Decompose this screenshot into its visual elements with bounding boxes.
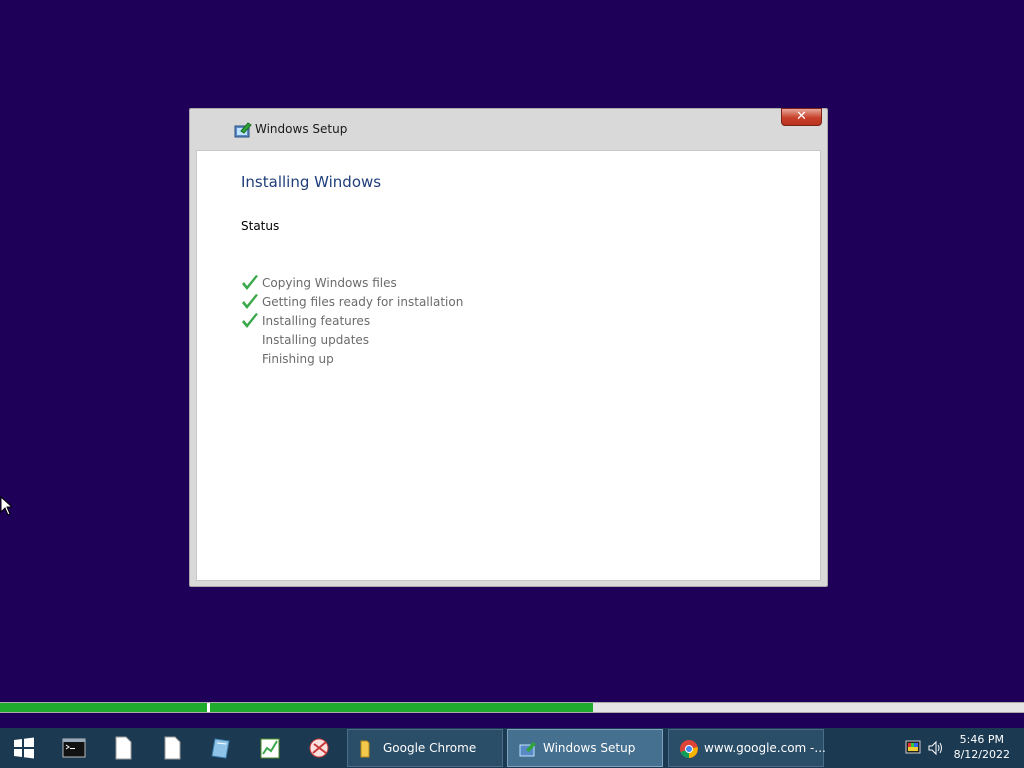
clock[interactable]: 5:46 PM 8/12/2022 [954,732,1010,762]
step-label: Installing features [262,314,371,328]
task-label: Windows Setup [543,741,636,755]
volume-icon[interactable] [928,740,944,756]
command-prompt-icon[interactable] [62,736,86,760]
progress-stage-2 [210,703,593,712]
setup-window: Windows Setup ✕ Installing Windows Statu… [189,108,828,587]
folder-icon [360,740,370,758]
install-progress-bar [0,702,1024,713]
checkmark-icon [242,294,258,309]
step-item: Getting files ready for installation [241,293,463,312]
setup-icon [234,122,252,138]
chrome-icon [680,740,698,758]
status-label: Status [241,219,280,233]
taskbar-button-windows-setup[interactable]: Windows Setup [507,729,663,767]
step-list: Copying Windows files Getting files read… [241,274,463,369]
clock-date: 8/12/2022 [953,748,1010,761]
color-display-icon[interactable] [905,740,921,756]
step-item: Copying Windows files [241,274,463,293]
document-icon[interactable] [160,736,184,760]
setup-content: Installing Windows Status Copying Window… [196,150,821,581]
scissors-icon[interactable] [308,736,332,760]
close-button[interactable]: ✕ [781,108,822,126]
taskbar-button-google[interactable]: www.google.com -... [668,729,826,767]
task-label: www.google.com -... [704,741,826,755]
step-label: Installing updates [262,333,370,347]
step-item: Finishing up [241,350,463,369]
taskbar-button-chrome[interactable]: Google Chrome [347,729,503,767]
clock-time: 5:46 PM [959,733,1004,746]
page-title: Installing Windows [241,173,382,191]
setup-icon [519,742,536,757]
checkmark-icon [242,313,258,328]
title-bar[interactable]: Windows Setup ✕ [190,108,827,150]
glass-icon[interactable] [209,736,233,760]
task-label: Google Chrome [383,741,477,755]
progress-stage-1 [0,703,207,712]
start-icon[interactable] [12,736,36,760]
window-title: Windows Setup [255,122,348,136]
taskbar: Google Chrome Windows Setup www.google.c… [0,728,1024,768]
mouse-cursor-icon [0,496,12,516]
step-label: Finishing up [262,352,334,366]
checkmark-icon [242,275,258,290]
step-item: Installing features [241,312,463,331]
step-item: Installing updates [241,331,463,350]
document-icon[interactable] [111,736,135,760]
step-label: Copying Windows files [262,276,397,290]
step-label: Getting files ready for installation [262,295,464,309]
chart-icon[interactable] [258,736,282,760]
